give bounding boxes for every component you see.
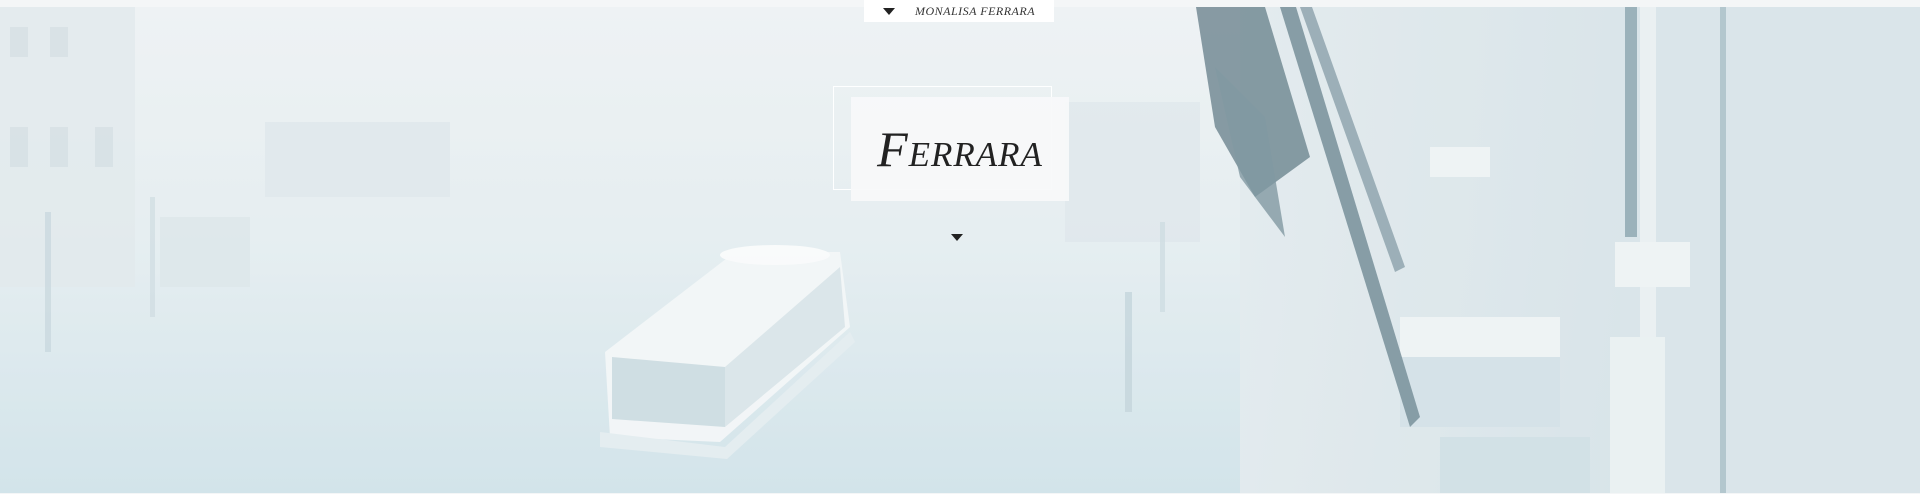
caret-down-icon [882,7,895,15]
site-tab-label: MONALISA FERRARA [914,3,1036,18]
title-card: Ferrara [851,97,1069,201]
hero-photo [0,7,1920,493]
scroll-down-icon[interactable] [951,234,963,241]
page: MONALISA FERRARA Ferrara [0,0,1920,494]
hero-banner [0,7,1920,493]
site-tab[interactable]: MONALISA FERRARA [864,0,1054,22]
page-title: Ferrara [877,121,1043,177]
